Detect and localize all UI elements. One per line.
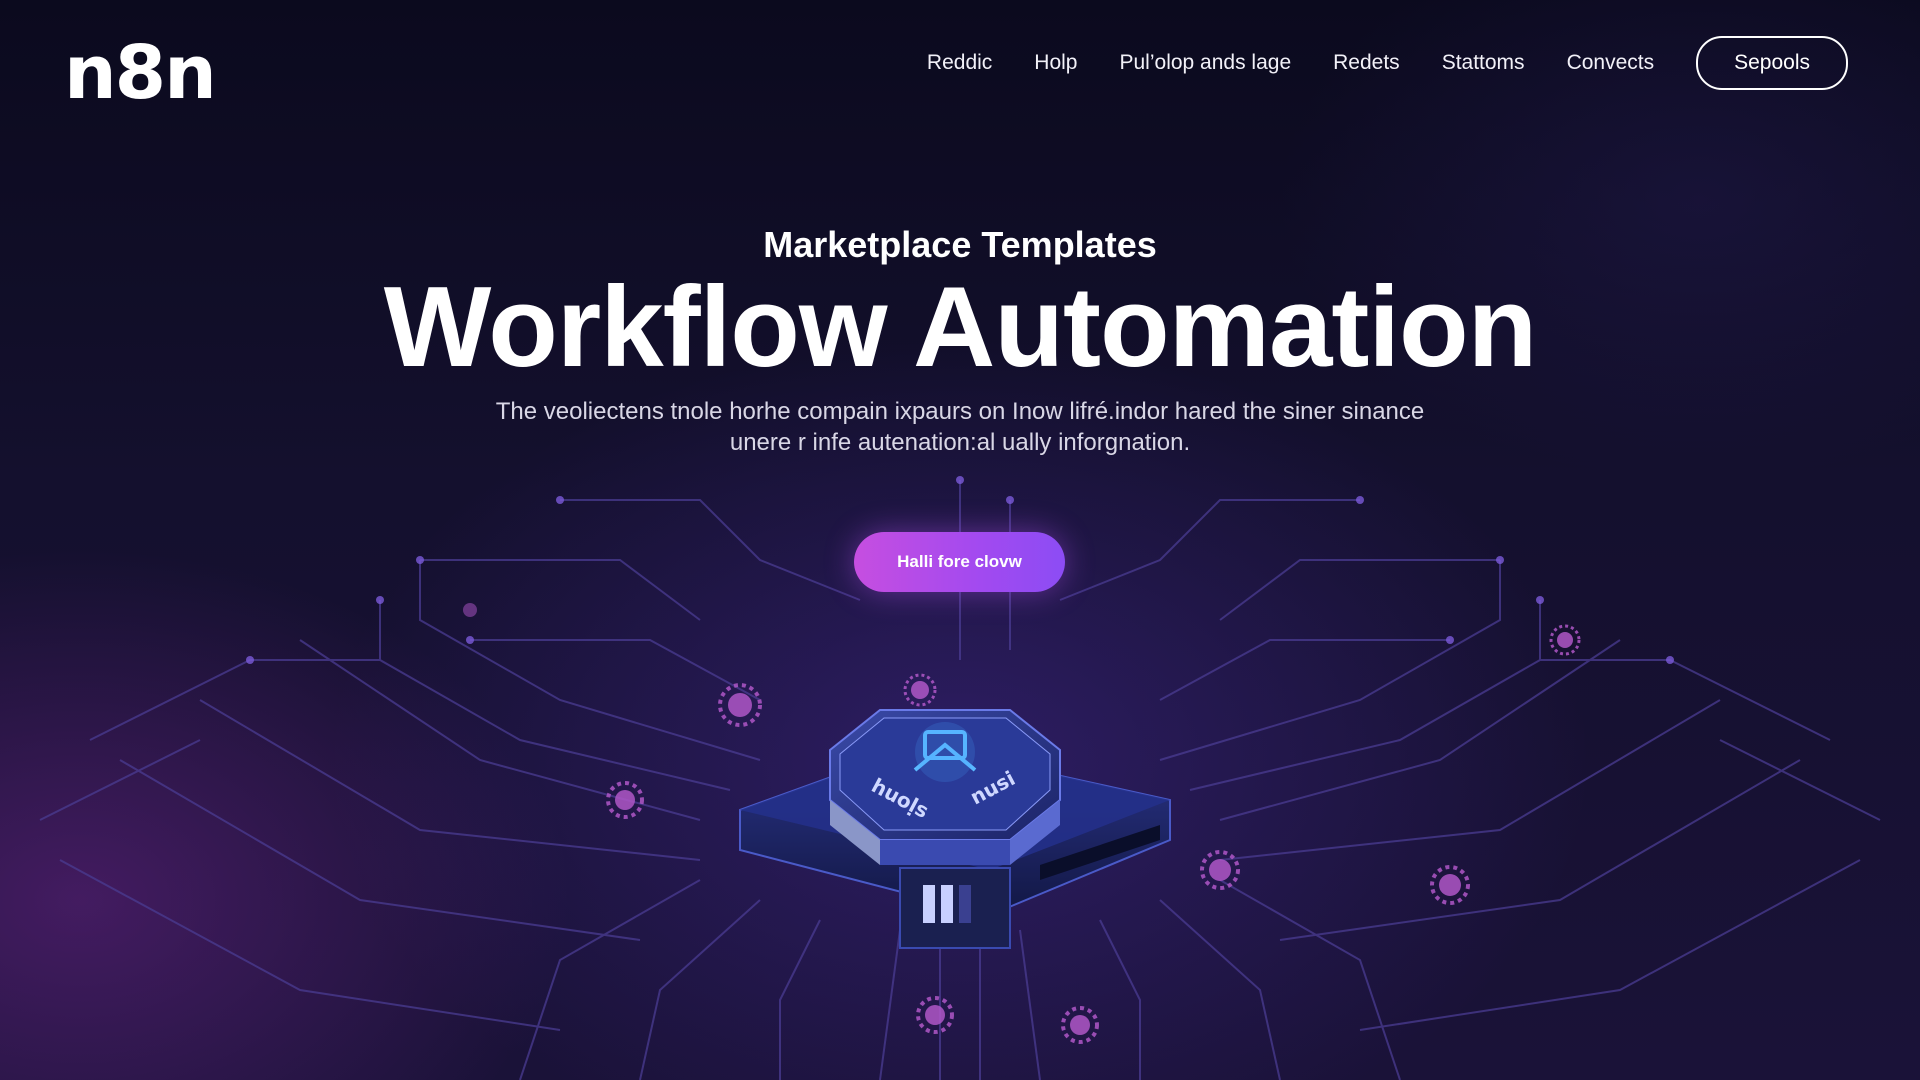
nav-item-redets[interactable]: Redets <box>1333 51 1400 75</box>
workflow-chip-icon: huoḷs nusi <box>739 709 1171 949</box>
gear-node-icon <box>1549 624 1581 656</box>
gear-node-icon <box>1430 865 1470 905</box>
gear-node-icon <box>1200 850 1240 890</box>
gear-node-icon <box>916 996 954 1034</box>
hero-headline: Workflow Automation <box>383 264 1538 391</box>
gear-node-icon <box>463 603 477 617</box>
hero-eyebrow: Marketplace Templates <box>763 224 1157 265</box>
nav-item-holp[interactable]: Holp <box>1034 51 1077 75</box>
hero-subtext-line-1: The veoliectens tnole horhe compain ixpa… <box>495 398 1425 425</box>
sepools-button[interactable]: Sepools <box>1696 36 1848 90</box>
nav-item-pulolop[interactable]: Pul’olop ands lage <box>1120 51 1292 75</box>
gear-node-icon <box>1061 1006 1099 1044</box>
hero-subtext-line-2: unere r infe autenation:al ually inforgn… <box>729 429 1191 456</box>
gear-node-icon <box>606 781 644 819</box>
n8n-logo[interactable]: n8n <box>64 30 217 116</box>
hero-cta-button[interactable]: Halli fore clovw <box>854 532 1065 592</box>
top-navigation: Reddic Holp Pul’olop ands lage Redets St… <box>927 36 1848 90</box>
nav-item-stattoms[interactable]: Stattoms <box>1442 51 1525 75</box>
nav-item-reddic[interactable]: Reddic <box>927 51 992 75</box>
nav-item-convects[interactable]: Convects <box>1567 51 1655 75</box>
hero-subtext: The veoliectens tnole horhe compain ixpa… <box>410 396 1510 458</box>
